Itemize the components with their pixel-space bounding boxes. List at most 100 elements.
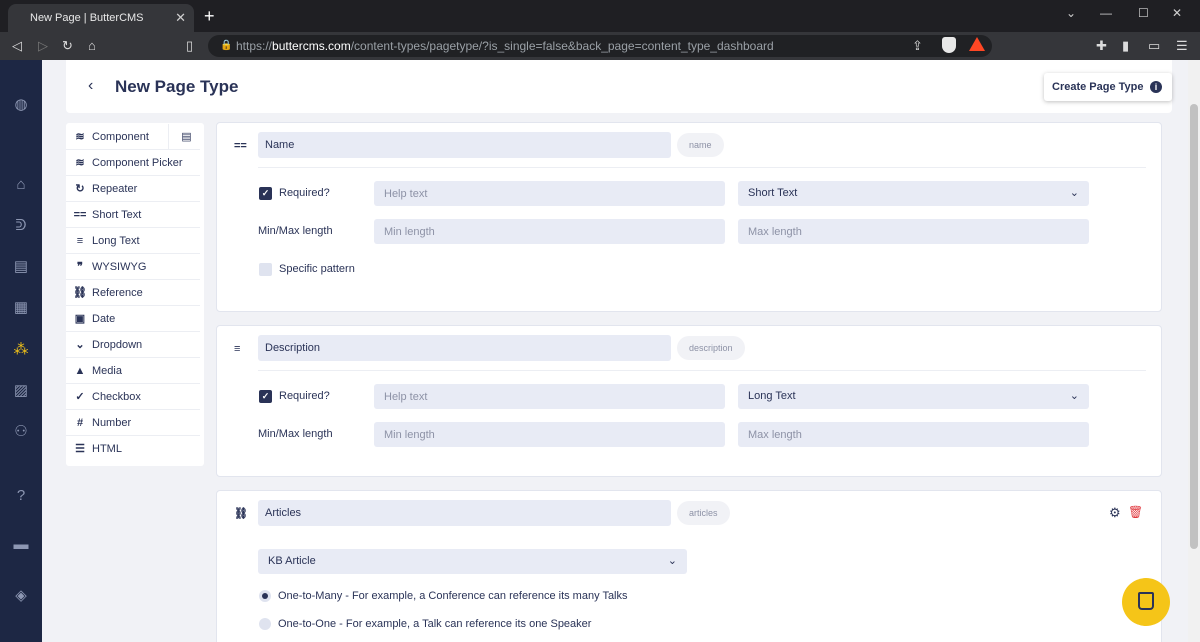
scrollbar-thumb[interactable]: [1190, 104, 1198, 549]
menu-icon[interactable]: ☰: [1176, 37, 1188, 55]
palette-item-component[interactable]: ≋ Component ▤: [66, 124, 200, 150]
link-drag-icon[interactable]: ⛓: [234, 507, 248, 521]
field-type-select[interactable]: Short Text ⌄: [738, 181, 1089, 206]
max-length-input[interactable]: [738, 219, 1089, 244]
minimize-icon[interactable]: —: [1100, 6, 1112, 20]
maximize-icon[interactable]: ☐: [1138, 6, 1149, 20]
specific-pattern-checkbox[interactable]: [259, 263, 272, 276]
required-checkbox[interactable]: ✓: [259, 187, 272, 200]
field-name-input[interactable]: Name: [258, 132, 671, 158]
palette-item-short-text[interactable]: == Short Text: [66, 202, 200, 228]
collections-icon[interactable]: ▦: [12, 299, 30, 317]
quote-icon: ❞: [77, 261, 83, 273]
chevron-down-icon: ⌄: [1069, 187, 1079, 199]
create-page-type-button[interactable]: Create Page Type i: [1044, 73, 1172, 101]
new-tab-button[interactable]: +: [204, 4, 215, 28]
palette-item-repeater[interactable]: ↻ Repeater: [66, 176, 200, 202]
field-name-input[interactable]: Articles: [258, 500, 671, 526]
back-chevron-icon[interactable]: ‹: [88, 76, 93, 96]
browser-tab[interactable]: New Page | ButterCMS ✕: [8, 4, 194, 32]
one-to-many-radio[interactable]: [259, 590, 271, 602]
field-type-select[interactable]: Long Text ⌄: [738, 384, 1089, 409]
palette-item-media[interactable]: ▲ Media: [66, 358, 200, 384]
max-length-input[interactable]: [738, 422, 1089, 447]
tab-search-icon[interactable]: ⌄: [1066, 6, 1076, 20]
palette-item-label: Component: [92, 131, 149, 143]
specific-pattern-label: Specific pattern: [279, 263, 355, 275]
wallet-icon[interactable]: ▭: [1148, 37, 1160, 55]
field-type-value: Short Text: [748, 187, 798, 199]
page-header: ‹ New Page Type Create Page Type i: [66, 60, 1172, 113]
extensions-icon[interactable]: ✚: [1096, 37, 1107, 55]
help-icon[interactable]: ?: [12, 487, 30, 505]
palette-item-label: Date: [92, 313, 116, 325]
brave-rewards-icon[interactable]: [969, 37, 985, 51]
min-length-input[interactable]: [374, 219, 725, 244]
palette-item-checkbox[interactable]: ✓ Checkbox: [66, 384, 200, 410]
chat-launcher-button[interactable]: [1122, 578, 1170, 626]
globe-icon[interactable]: ◍: [12, 96, 30, 114]
chevron-down-icon: ⌄: [75, 339, 85, 351]
field-type-value: Long Text: [748, 390, 796, 402]
back-icon[interactable]: ◁: [12, 37, 22, 55]
layers-icon[interactable]: ◈: [12, 587, 30, 605]
palette-item-reference[interactable]: ⛓ Reference: [66, 280, 200, 306]
close-window-icon[interactable]: ✕: [1172, 6, 1182, 20]
palette-item-dropdown[interactable]: ⌄ Dropdown: [66, 332, 200, 358]
short-text-drag-icon[interactable]: ==: [234, 139, 248, 153]
pages-icon[interactable]: ▤: [12, 258, 30, 276]
blog-icon[interactable]: ᕲ: [12, 217, 30, 235]
palette-item-label: Long Text: [92, 235, 140, 247]
long-text-drag-icon[interactable]: ≡: [234, 342, 248, 356]
palette-item-label: Reference: [92, 287, 143, 299]
link-icon: ⛓: [73, 287, 87, 299]
palette-item-number[interactable]: # Number: [66, 410, 200, 436]
min-max-label: Min/Max length: [258, 428, 333, 440]
reload-icon[interactable]: ↻: [62, 37, 73, 55]
palette-item-wysiwyg[interactable]: ❞ WYSIWYG: [66, 254, 200, 280]
palette-item-label: HTML: [92, 443, 122, 455]
trash-icon[interactable]: 🗑: [1128, 505, 1143, 519]
field-key-badge: articles: [677, 501, 730, 525]
sidebar-toggle-icon[interactable]: ▮: [1122, 37, 1129, 55]
field-name-input[interactable]: Description: [258, 335, 671, 361]
forward-icon[interactable]: ▷: [38, 37, 48, 55]
min-length-input[interactable]: [374, 422, 725, 447]
component-library-icon[interactable]: ▤: [168, 124, 204, 150]
field-card-description: ≡ Description description ✓ Required? Lo…: [216, 325, 1162, 477]
lock-icon: 🔒: [220, 40, 233, 51]
one-to-many-label: One-to-Many - For example, a Conference …: [278, 590, 628, 602]
palette-item-long-text[interactable]: ≡ Long Text: [66, 228, 200, 254]
chat-icon: [1138, 592, 1154, 610]
brave-shield-icon[interactable]: [942, 37, 956, 53]
palette-item-label: Checkbox: [92, 391, 141, 403]
palette-item-html[interactable]: ☰ HTML: [66, 436, 200, 462]
one-to-one-radio[interactable]: [259, 618, 271, 630]
checkbox-icon: ✓: [75, 391, 85, 403]
home-icon[interactable]: ⌂: [88, 37, 96, 55]
content-types-icon[interactable]: ⁂: [12, 341, 30, 359]
home-nav-icon[interactable]: ⌂: [12, 176, 30, 194]
gear-icon[interactable]: ⚙: [1109, 505, 1121, 521]
required-label: Required?: [279, 390, 330, 402]
url-bar[interactable]: 🔒 https://buttercms.com/content-types/pa…: [208, 35, 992, 57]
users-icon[interactable]: ⚇: [12, 423, 30, 441]
divider: [258, 370, 1146, 371]
info-icon[interactable]: i: [1150, 81, 1162, 93]
reference-type-select[interactable]: KB Article ⌄: [258, 549, 687, 574]
share-icon[interactable]: ⇪: [912, 37, 923, 55]
field-key-badge: name: [677, 133, 724, 157]
docs-icon[interactable]: ▬: [12, 536, 30, 554]
required-checkbox[interactable]: ✓: [259, 390, 272, 403]
help-text-input[interactable]: [374, 384, 725, 409]
palette-item-component-picker[interactable]: ≋ Component Picker: [66, 150, 200, 176]
app-sidebar: ◍ ⌂ ᕲ ▤ ▦ ⁂ ▨ ⚇ ? ▬ ◈: [0, 60, 42, 642]
palette-item-label: Component Picker: [92, 157, 183, 169]
close-tab-icon[interactable]: ✕: [175, 4, 186, 32]
chevron-down-icon: ⌄: [667, 555, 677, 567]
palette-item-date[interactable]: ▣ Date: [66, 306, 200, 332]
palette-item-label: Dropdown: [92, 339, 143, 351]
help-text-input[interactable]: [374, 181, 725, 206]
media-icon[interactable]: ▨: [12, 382, 30, 400]
bookmark-icon[interactable]: ▯: [186, 37, 193, 55]
